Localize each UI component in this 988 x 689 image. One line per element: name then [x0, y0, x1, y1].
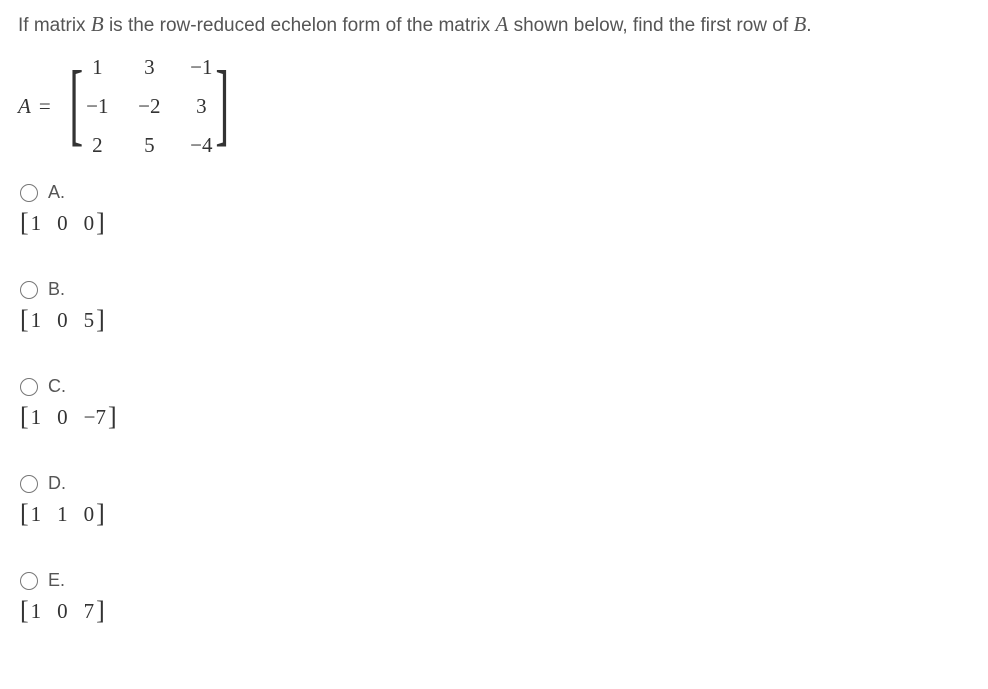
rb-e: ]: [96, 596, 105, 625]
c-v0: 1: [31, 405, 42, 429]
q-mid2: shown below, find the first row of: [508, 15, 793, 36]
cell-2-1: 5: [137, 133, 161, 158]
option-e-matrix: [107]: [20, 595, 970, 625]
lb-e: [: [20, 596, 29, 625]
option-a-letter: A.: [48, 182, 65, 203]
lb-d: [: [20, 499, 29, 528]
b-v1: 0: [57, 308, 68, 332]
equals-sign: =: [39, 94, 51, 119]
c-v1: 0: [57, 405, 68, 429]
b-v0: 1: [31, 308, 42, 332]
cell-0-1: 3: [137, 55, 161, 80]
options-list: A. [100] B. [105] C. [10−7] D. [110]: [20, 182, 970, 625]
e-v1: 0: [57, 599, 68, 623]
d-v0: 1: [31, 502, 42, 526]
question-text: If matrix B is the row-reduced echelon f…: [18, 12, 970, 37]
q-var-a: A: [495, 12, 508, 36]
option-a-matrix: [100]: [20, 207, 970, 237]
q-prefix: If matrix: [18, 15, 91, 36]
rb-c: ]: [108, 402, 117, 431]
cell-1-0: −1: [85, 94, 109, 119]
matrix-definition: A = [ 1 3 −1 −1 −2 3 2 5 −4 ]: [18, 55, 970, 158]
a-v0: 1: [31, 211, 42, 235]
option-c-matrix: [10 −7]: [20, 401, 970, 431]
a-v2: 0: [84, 211, 95, 235]
option-e-letter: E.: [48, 570, 65, 591]
lb-b: [: [20, 305, 29, 334]
radio-c[interactable]: [20, 378, 38, 396]
q-mid1: is the row-reduced echelon form of the m…: [104, 15, 496, 36]
matrix-grid: 1 3 −1 −1 −2 3 2 5 −4: [85, 55, 213, 158]
b-v2: 5: [84, 308, 95, 332]
d-v2: 0: [84, 502, 95, 526]
option-b-matrix: [105]: [20, 304, 970, 334]
option-c-letter: C.: [48, 376, 66, 397]
option-d-letter: D.: [48, 473, 66, 494]
left-bracket: [: [69, 63, 83, 143]
cell-2-0: 2: [85, 133, 109, 158]
cell-0-0: 1: [85, 55, 109, 80]
option-d-matrix: [110]: [20, 498, 970, 528]
option-e: E. [107]: [20, 570, 970, 625]
a-v1: 0: [57, 211, 68, 235]
option-b: B. [105]: [20, 279, 970, 334]
radio-a[interactable]: [20, 184, 38, 202]
e-v2: 7: [84, 599, 95, 623]
radio-b[interactable]: [20, 281, 38, 299]
c-v2: −7: [84, 405, 106, 429]
cell-2-2: −4: [189, 133, 213, 158]
q-var-b: B: [91, 12, 104, 36]
matrix-label: A: [18, 94, 31, 119]
e-v0: 1: [31, 599, 42, 623]
cell-0-2: −1: [189, 55, 213, 80]
q-suffix: .: [806, 15, 811, 36]
radio-d[interactable]: [20, 475, 38, 493]
rb-d: ]: [96, 499, 105, 528]
lb-c: [: [20, 402, 29, 431]
rb-b: ]: [96, 305, 105, 334]
radio-e[interactable]: [20, 572, 38, 590]
q-var-b2: B: [793, 12, 806, 36]
rb-a: ]: [96, 208, 105, 237]
cell-1-1: −2: [137, 94, 161, 119]
option-b-letter: B.: [48, 279, 65, 300]
cell-1-2: 3: [189, 94, 213, 119]
d-v1: 1: [57, 502, 68, 526]
option-a: A. [100]: [20, 182, 970, 237]
option-c: C. [10 −7]: [20, 376, 970, 431]
right-bracket: ]: [216, 63, 230, 143]
lb-a: [: [20, 208, 29, 237]
option-d: D. [110]: [20, 473, 970, 528]
